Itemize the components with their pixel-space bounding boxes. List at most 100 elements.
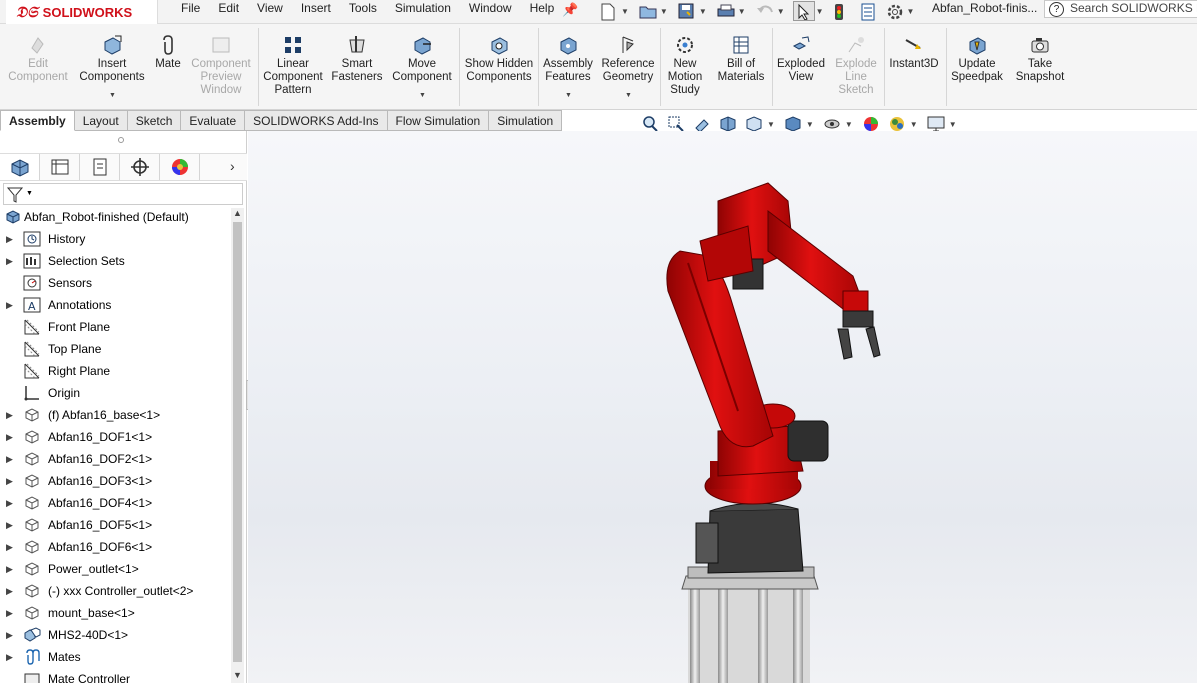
scrollbar-thumb[interactable] bbox=[233, 222, 242, 662]
tab-simulation[interactable]: Simulation bbox=[489, 110, 563, 131]
apply-scene-dropdown-icon[interactable]: ▼ bbox=[910, 120, 918, 129]
exploded-view-button[interactable]: Exploded View bbox=[774, 24, 828, 110]
menu-window[interactable]: Window bbox=[460, 0, 521, 22]
new-motion-study-button[interactable]: New Motion Study bbox=[662, 24, 708, 110]
graphics-area[interactable] bbox=[248, 131, 1197, 683]
tree-item[interactable]: ▶ Mates bbox=[0, 646, 232, 668]
linear-component-pattern-button[interactable]: Linear Component Pattern bbox=[260, 24, 326, 110]
mate-button[interactable]: Mate bbox=[150, 24, 186, 110]
robot-base[interactable] bbox=[695, 502, 804, 574]
tree-item[interactable]: ▶ Abfan16_DOF3<1> bbox=[0, 470, 232, 492]
save-icon[interactable] bbox=[676, 1, 698, 21]
save-dropdown-icon[interactable]: ▼ bbox=[699, 7, 707, 16]
scroll-up-icon[interactable]: ▲ bbox=[233, 208, 242, 218]
search-help-input[interactable]: ? Search SOLIDWORKS Help bbox=[1044, 0, 1197, 18]
expand-arrow-icon[interactable]: ▶ bbox=[6, 492, 13, 514]
tree-item[interactable]: ▶ Abfan16_DOF2<1> bbox=[0, 448, 232, 470]
menu-simulation[interactable]: Simulation bbox=[386, 0, 460, 22]
new-dropdown-icon[interactable]: ▼ bbox=[621, 7, 629, 16]
displaymanager-tab-icon[interactable] bbox=[160, 154, 200, 180]
print-icon[interactable] bbox=[715, 1, 737, 21]
tree-item[interactable]: ▶ (f) Abfan16_base<1> bbox=[0, 404, 232, 426]
panel-grip-icon[interactable] bbox=[118, 137, 124, 143]
bill-of-materials-button[interactable]: Bill of Materials bbox=[712, 24, 770, 110]
take-snapshot-button[interactable]: Take Snapshot bbox=[1010, 24, 1070, 110]
select-dropdown-icon[interactable]: ▼ bbox=[816, 7, 824, 16]
propertymanager-tab-icon[interactable] bbox=[40, 154, 80, 180]
tree-scrollbar[interactable]: ▲ ▼ bbox=[231, 208, 244, 683]
display-style-dropdown-icon[interactable]: ▼ bbox=[806, 120, 814, 129]
tree-item[interactable]: ▶ A Annotations bbox=[0, 294, 232, 316]
edit-component-button[interactable]: Edit Component bbox=[4, 24, 72, 110]
tree-item[interactable]: ▶ Abfan16_DOF1<1> bbox=[0, 426, 232, 448]
tab-evaluate[interactable]: Evaluate bbox=[181, 110, 246, 131]
tab-layout[interactable]: Layout bbox=[74, 110, 128, 131]
new-document-icon[interactable] bbox=[598, 1, 620, 21]
tree-item[interactable]: ▶ mount_base<1> bbox=[0, 602, 232, 624]
menu-view[interactable]: View bbox=[248, 0, 292, 22]
tree-item[interactable]: ▶ Power_outlet<1> bbox=[0, 558, 232, 580]
expand-arrow-icon[interactable]: ▶ bbox=[6, 470, 13, 492]
rebuild-traffic-light-icon[interactable] bbox=[832, 1, 854, 21]
component-preview-window-button[interactable]: Component Preview Window bbox=[186, 24, 256, 110]
filter-dropdown-icon[interactable]: ▼ bbox=[26, 190, 33, 197]
open-folder-icon[interactable] bbox=[637, 1, 659, 21]
tab-solidworks-add-ins[interactable]: SOLIDWORKS Add-Ins bbox=[245, 110, 388, 131]
expand-arrow-icon[interactable]: ▶ bbox=[6, 294, 13, 316]
expand-arrow-icon[interactable]: ▶ bbox=[6, 558, 13, 580]
tree-item[interactable]: ▶ (-) xxx Controller_outlet<2> bbox=[0, 580, 232, 602]
undo-dropdown-icon[interactable]: ▼ bbox=[777, 7, 785, 16]
dimxpert-tab-icon[interactable] bbox=[120, 154, 160, 180]
expand-arrow-icon[interactable]: ▶ bbox=[6, 602, 13, 624]
tree-item[interactable]: ▶ Abfan16_DOF4<1> bbox=[0, 492, 232, 514]
menu-file[interactable]: File bbox=[172, 0, 209, 22]
select-pointer-icon[interactable] bbox=[792, 1, 815, 21]
move-component-dropdown-icon[interactable]: ▼ bbox=[419, 89, 426, 102]
menu-insert[interactable]: Insert bbox=[292, 0, 340, 22]
menu-edit[interactable]: Edit bbox=[209, 0, 248, 22]
tree-root-assembly[interactable]: Abfan_Robot-finished (Default) bbox=[0, 206, 232, 228]
expand-arrow-icon[interactable]: ▶ bbox=[6, 580, 13, 602]
options-gear-icon[interactable] bbox=[884, 1, 906, 21]
explode-line-sketch-button[interactable]: Explode Line Sketch bbox=[830, 24, 882, 110]
tab-sketch[interactable]: Sketch bbox=[127, 110, 182, 131]
open-dropdown-icon[interactable]: ▼ bbox=[660, 7, 668, 16]
tab-flow-simulation[interactable]: Flow Simulation bbox=[387, 110, 490, 131]
expand-arrow-icon[interactable]: ▶ bbox=[6, 624, 13, 646]
tree-item[interactable]: ▶ Abfan16_DOF6<1> bbox=[0, 536, 232, 558]
pin-icon[interactable]: 📌 bbox=[562, 2, 578, 18]
smart-fasteners-button[interactable]: Smart Fasteners bbox=[328, 24, 386, 110]
expand-arrow-icon[interactable]: ▶ bbox=[6, 250, 13, 272]
mount-base[interactable] bbox=[681, 566, 819, 683]
view-settings-dropdown-icon[interactable]: ▼ bbox=[949, 120, 957, 129]
expand-arrow-icon[interactable]: ▶ bbox=[6, 404, 13, 426]
chevron-right-icon[interactable]: › bbox=[230, 158, 235, 174]
show-hidden-components-button[interactable]: Show Hidden Components bbox=[462, 24, 536, 110]
featuremanager-tab-icon[interactable] bbox=[0, 154, 40, 180]
assembly-features-button[interactable]: Assembly Features ▼ bbox=[540, 24, 596, 110]
tree-item[interactable]: ▶ History bbox=[0, 228, 232, 250]
configurationmanager-tab-icon[interactable] bbox=[80, 154, 120, 180]
tree-item[interactable]: ▶ Abfan16_DOF5<1> bbox=[0, 514, 232, 536]
tab-assembly[interactable]: Assembly bbox=[0, 110, 75, 131]
assembly-features-dropdown-icon[interactable]: ▼ bbox=[565, 89, 572, 102]
expand-arrow-icon[interactable]: ▶ bbox=[6, 536, 13, 558]
tree-item[interactable]: ▶ MHS2-40D<1> bbox=[0, 624, 232, 646]
expand-arrow-icon[interactable]: ▶ bbox=[6, 228, 13, 250]
menu-help[interactable]: Help bbox=[521, 0, 564, 22]
help-question-icon[interactable]: ? bbox=[1049, 2, 1064, 17]
expand-arrow-icon[interactable]: ▶ bbox=[6, 646, 13, 668]
solidworks-logo[interactable]: 𝔇𝔖 SOLIDWORKS bbox=[6, 0, 158, 24]
update-speedpak-button[interactable]: Update Speedpak bbox=[948, 24, 1006, 110]
tree-item[interactable]: Sensors bbox=[0, 272, 232, 294]
file-properties-icon[interactable] bbox=[858, 1, 880, 21]
expand-arrow-icon[interactable]: ▶ bbox=[6, 448, 13, 470]
tree-item[interactable]: ▶ Selection Sets bbox=[0, 250, 232, 272]
print-dropdown-icon[interactable]: ▼ bbox=[738, 7, 746, 16]
hide-show-dropdown-icon[interactable]: ▼ bbox=[845, 120, 853, 129]
tree-item[interactable]: Mate Controller bbox=[0, 668, 232, 683]
tree-item[interactable]: Top Plane bbox=[0, 338, 232, 360]
instant3d-button[interactable]: Instant3D bbox=[886, 24, 942, 110]
reference-geometry-button[interactable]: Reference Geometry ▼ bbox=[598, 24, 658, 110]
tree-filter-input[interactable]: ▼ bbox=[3, 183, 243, 205]
